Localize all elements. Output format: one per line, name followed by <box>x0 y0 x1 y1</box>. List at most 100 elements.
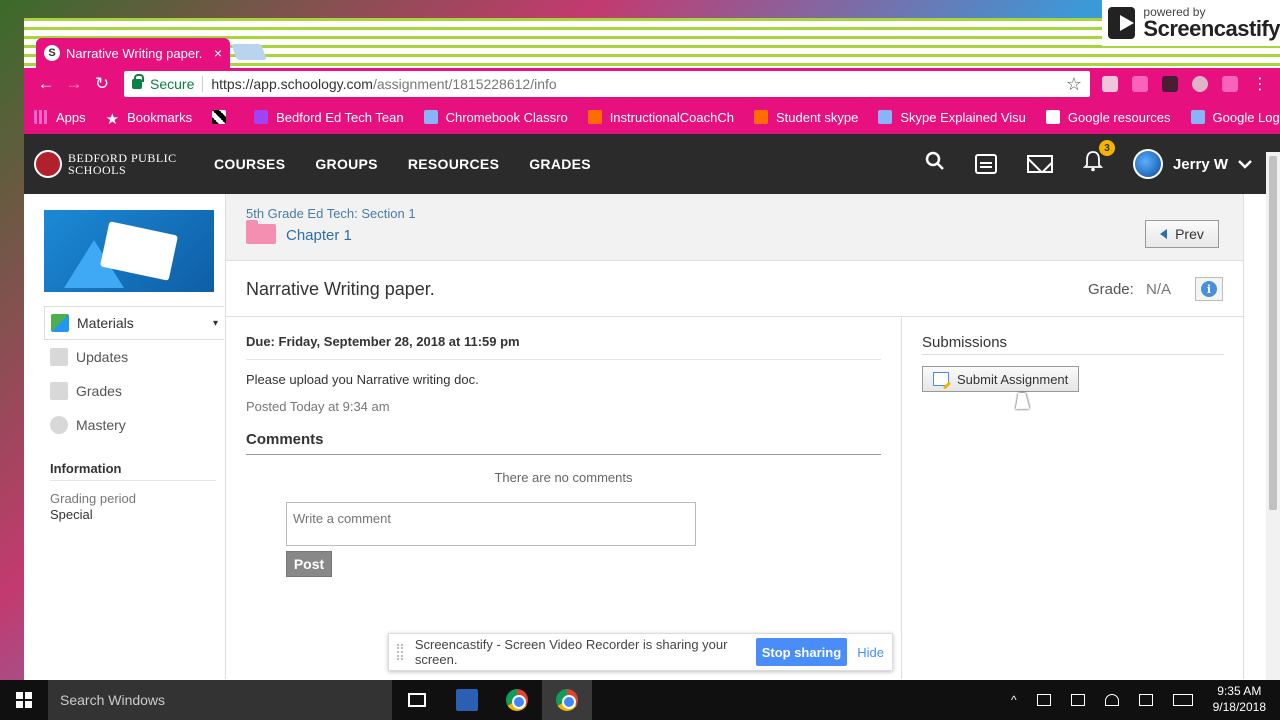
start-button[interactable] <box>0 680 48 720</box>
materials-icon <box>51 314 69 332</box>
schoology-header: BEDFORD PUBLIC SCHOOLS COURSES GROUPS RE… <box>24 134 1280 194</box>
bookmark-checker[interactable] <box>212 110 234 124</box>
district-logo[interactable]: BEDFORD PUBLIC SCHOOLS <box>34 150 214 178</box>
extension-bulb-icon[interactable] <box>1162 76 1178 92</box>
mouse-cursor-icon <box>1015 393 1033 409</box>
reload-icon[interactable]: ↻ <box>88 74 116 94</box>
bookmark-student-skype[interactable]: Student skype <box>753 110 858 125</box>
blogger-icon <box>753 110 768 124</box>
triangle-left-icon <box>1160 229 1168 239</box>
bookmark-star-icon[interactable]: ☆ <box>1066 74 1082 95</box>
calendar-icon[interactable] <box>974 154 997 174</box>
url-host: https://app.schoology.com <box>211 76 373 92</box>
teams-app-icon[interactable] <box>442 680 492 720</box>
wifi-icon[interactable] <box>1104 694 1119 706</box>
submit-assignment-label: Submit Assignment <box>957 371 1069 387</box>
bookmark-instructional-coach[interactable]: InstructionalCoachCh <box>587 110 734 125</box>
mastery-icon <box>50 416 68 434</box>
sidebar-item-materials[interactable]: Materials ▾ <box>44 306 224 340</box>
nav-groups[interactable]: GROUPS <box>315 156 377 172</box>
notification-count-badge: 3 <box>1098 140 1115 156</box>
sidebar-item-label: Updates <box>76 349 129 365</box>
nav-grades[interactable]: GRADES <box>529 156 591 172</box>
extensions-area <box>1102 76 1238 92</box>
bookmark-google-resources[interactable]: Google resources <box>1045 110 1171 125</box>
new-tab-button[interactable] <box>231 44 267 60</box>
secure-label: Secure <box>150 76 195 92</box>
grading-period-label: Grading period <box>50 491 136 506</box>
task-view-icon[interactable] <box>392 680 442 720</box>
notifications-bell-icon[interactable]: 3 <box>1082 140 1115 178</box>
scrollbar-thumb[interactable] <box>1269 156 1277 510</box>
post-comment-button[interactable]: Post <box>286 551 332 577</box>
bookmark-google-logo[interactable]: Google Logo <box>1190 110 1280 125</box>
tab-close-icon[interactable]: × <box>214 45 222 61</box>
drag-handle-icon[interactable] <box>397 644 403 660</box>
breadcrumb-folder-link[interactable]: Chapter 1 <box>286 227 352 244</box>
google-icon <box>1190 110 1205 124</box>
submit-assignment-button[interactable]: Submit Assignment <box>922 366 1079 392</box>
caret-down-icon[interactable]: ▾ <box>213 318 218 329</box>
keyboard-icon[interactable] <box>1172 694 1193 706</box>
folder-icon <box>246 220 276 244</box>
hide-button[interactable]: Hide <box>857 645 884 660</box>
chrome-profile-icon[interactable] <box>492 680 542 720</box>
show-hidden-icons-icon[interactable]: ^ <box>1011 693 1017 707</box>
bookmark-chromebook[interactable]: Chromebook Classro <box>423 110 568 125</box>
bookmark-bedford-ed-tech[interactable]: Bedford Ed Tech Tean <box>254 110 404 125</box>
extension-doc-icon[interactable] <box>1102 76 1118 92</box>
system-tray: ^ 9:35 AM 9/18/2018 <box>1011 684 1280 715</box>
windows-taskbar: Search Windows ^ 9:35 AM 9/18/2018 <box>0 680 1280 720</box>
prev-button[interactable]: Prev <box>1145 220 1219 248</box>
comment-input[interactable] <box>286 502 696 546</box>
posted-timestamp: Posted Today at 9:34 am <box>246 399 390 414</box>
course-image <box>44 210 214 292</box>
search-icon[interactable] <box>925 151 945 177</box>
prev-button-label: Prev <box>1175 226 1204 242</box>
action-center-icon[interactable] <box>1138 694 1153 706</box>
breadcrumb: 5th Grade Ed Tech: Section 1 Chapter 1 P… <box>226 194 1243 261</box>
updates-icon <box>50 348 68 366</box>
breadcrumb-course-link[interactable]: 5th Grade Ed Tech: Section 1 <box>246 206 416 221</box>
sidebar-item-grades[interactable]: Grades <box>44 374 224 408</box>
bookmark-apps[interactable]: Apps <box>34 110 86 125</box>
forward-icon[interactable]: → <box>60 74 88 94</box>
mail-icon[interactable] <box>1026 155 1053 173</box>
volume-icon[interactable] <box>1036 694 1051 706</box>
clock[interactable]: 9:35 AM 9/18/2018 <box>1213 684 1266 715</box>
assignment-description: Please upload you Narrative writing doc. <box>246 372 479 387</box>
extension-pen-icon[interactable] <box>1132 76 1148 92</box>
user-menu[interactable]: Jerry W <box>1132 149 1252 179</box>
browser-menu-icon[interactable]: ⋮ <box>1252 74 1268 94</box>
bookmark-skype-explained[interactable]: Skype Explained Visu <box>878 110 1026 125</box>
submit-pencil-icon <box>933 372 949 386</box>
browser-toolbar: ← → ↻ Secure https://app.schoology.com /… <box>24 68 1280 100</box>
browser-window: S Narrative Writing paper. × ← → ↻ Secur… <box>24 18 1280 680</box>
page-scrollbar[interactable] <box>1266 152 1280 680</box>
windows-search-box[interactable]: Search Windows <box>48 680 392 720</box>
bookmark-bookmarks[interactable]: ★ Bookmarks <box>105 110 192 129</box>
due-divider <box>246 359 881 360</box>
stop-sharing-button[interactable]: Stop sharing <box>755 638 848 666</box>
extension-circle-icon[interactable] <box>1192 76 1208 92</box>
nav-resources[interactable]: RESOURCES <box>408 156 499 172</box>
url-path: /assignment/1815228612/info <box>372 76 557 92</box>
grade-value: N/A <box>1145 281 1171 298</box>
chrome-icon[interactable] <box>542 680 592 720</box>
grade-info-button[interactable]: i <box>1195 277 1223 301</box>
blue-doc-icon <box>878 110 893 124</box>
blue-doc-icon <box>423 110 438 124</box>
submissions-heading: Submissions <box>922 334 1008 351</box>
address-bar[interactable]: Secure https://app.schoology.com /assign… <box>124 71 1090 97</box>
back-icon[interactable]: ← <box>32 74 60 94</box>
w-icon <box>254 110 269 124</box>
sidebar-item-updates[interactable]: Updates <box>44 340 224 374</box>
extension-recorder-icon[interactable] <box>1222 76 1238 92</box>
clock-date: 9/18/2018 <box>1212 700 1266 714</box>
battery-icon[interactable] <box>1070 694 1085 706</box>
nav-courses[interactable]: COURSES <box>214 156 285 172</box>
user-name: Jerry W <box>1172 155 1228 173</box>
star-icon: ★ <box>105 111 120 128</box>
browser-tab[interactable]: S Narrative Writing paper. × <box>36 38 230 68</box>
sidebar-item-mastery[interactable]: Mastery <box>44 408 224 442</box>
